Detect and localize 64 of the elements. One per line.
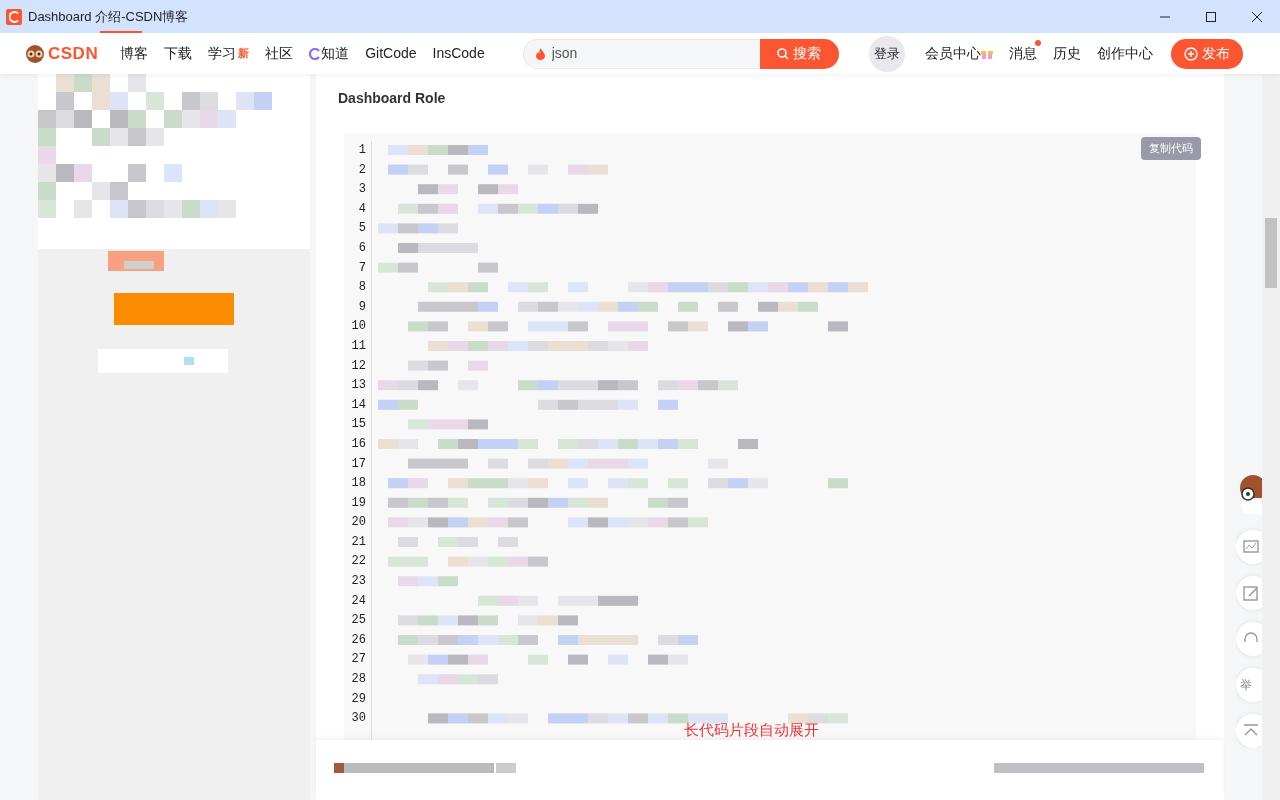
nav-link[interactable]: 社区 xyxy=(257,43,302,64)
line-number: 23 xyxy=(350,573,366,591)
line-number: 1 xyxy=(357,142,366,159)
line-number: 30 xyxy=(350,710,366,728)
scrollbar-thumb[interactable] xyxy=(1265,218,1277,288)
line-number: 22 xyxy=(350,553,366,571)
side-tool-button[interactable] xyxy=(1236,622,1262,656)
line-number: 3 xyxy=(357,181,366,199)
nav-link[interactable]: 学习 新 xyxy=(200,43,258,64)
side-tool-button[interactable]: 举 xyxy=(1236,668,1262,702)
line-number: 26 xyxy=(350,631,366,649)
line-number: 16 xyxy=(350,435,366,453)
line-number: 20 xyxy=(350,514,366,532)
nav-link[interactable]: 消息 xyxy=(1000,43,1045,64)
line-number: 28 xyxy=(350,671,366,689)
line-number: 15 xyxy=(350,416,366,434)
search-field[interactable]: json xyxy=(522,38,760,69)
nav-link[interactable]: 会员中心 xyxy=(916,43,1001,64)
expand-notice: 长代码片段自动展开 xyxy=(684,720,819,741)
line-number: 25 xyxy=(350,612,366,630)
line-number: 6 xyxy=(357,239,366,257)
line-number: 5 xyxy=(357,220,366,238)
login-button[interactable]: 登录 xyxy=(868,35,905,72)
article-heading: Dashboard Role xyxy=(338,89,447,108)
line-number: 7 xyxy=(357,259,366,277)
line-number: 14 xyxy=(350,396,366,414)
line-number: 4 xyxy=(357,200,366,218)
edit-icon xyxy=(1242,584,1260,602)
plus-circle-icon xyxy=(1183,46,1198,61)
line-number: 2 xyxy=(357,161,366,179)
nav-link[interactable]: InsCode xyxy=(424,43,493,64)
side-tool-button[interactable] xyxy=(1236,714,1262,748)
nav-link[interactable]: 博客 xyxy=(112,43,157,64)
maximize-icon[interactable] xyxy=(1205,10,1217,23)
nav-link[interactable]: 下载 xyxy=(156,43,201,64)
chart-icon xyxy=(1242,538,1260,556)
nav-link[interactable]: GitCode xyxy=(357,43,425,64)
nav-link[interactable]: 创作中心 xyxy=(1088,43,1161,64)
close-icon[interactable] xyxy=(1251,10,1263,23)
line-number: 17 xyxy=(350,455,366,473)
nav-link[interactable]: 历史 xyxy=(1044,43,1089,64)
side-tool-button[interactable] xyxy=(1236,530,1262,564)
line-number: 8 xyxy=(357,279,366,297)
line-number: 21 xyxy=(350,533,366,551)
line-number: 13 xyxy=(350,377,366,395)
line-number: 11 xyxy=(350,337,366,355)
monkey-logo-icon xyxy=(24,43,46,64)
line-number: 27 xyxy=(350,651,366,669)
line-number: 18 xyxy=(350,475,366,493)
line-number: 12 xyxy=(350,357,366,375)
window-title: Dashboard 介绍-CSDN博客 xyxy=(28,7,189,26)
c-ring-icon xyxy=(309,47,322,60)
line-number: 9 xyxy=(357,298,366,316)
new-label: 新 xyxy=(238,46,250,62)
flame-icon xyxy=(535,47,545,60)
nav-link[interactable]: 知道 xyxy=(301,43,358,64)
line-number: 10 xyxy=(350,318,366,336)
search-icon xyxy=(777,47,790,60)
line-number: 24 xyxy=(350,592,366,610)
scrollbar[interactable] xyxy=(1262,74,1280,800)
side-tool-button[interactable] xyxy=(1236,576,1262,610)
line-number: 19 xyxy=(350,494,366,512)
line-number: 29 xyxy=(350,690,366,708)
app-logo-icon xyxy=(6,8,22,25)
